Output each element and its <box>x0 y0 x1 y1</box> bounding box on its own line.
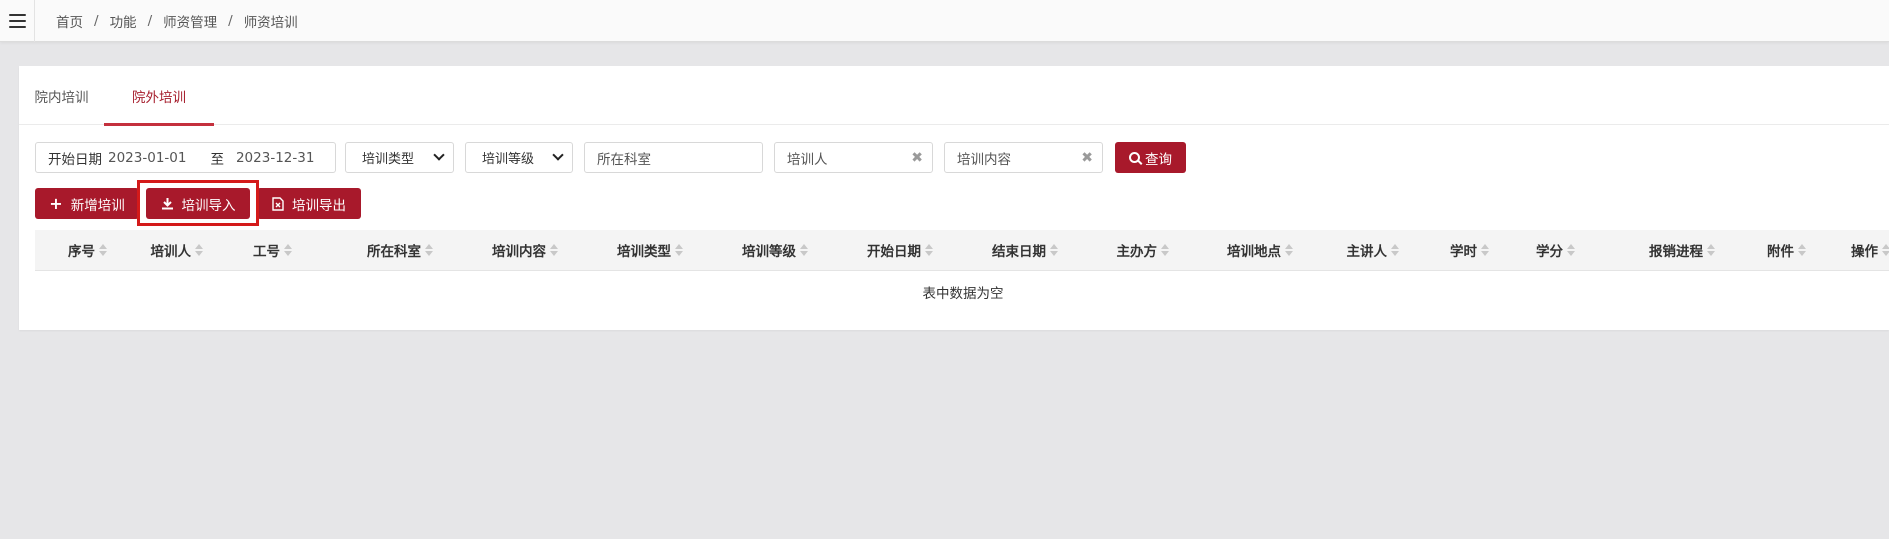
search-button[interactable]: 查询 <box>1115 142 1186 173</box>
trainee-placeholder: 培训人 <box>787 151 828 168</box>
training-panel: 院内培训 院外培训 开始日期 2023-01-01 至 2023-12-31 培… <box>19 66 1889 330</box>
export-training-label: 培训导出 <box>292 197 346 214</box>
department-placeholder: 所在科室 <box>597 151 651 168</box>
chevron-down-icon <box>433 149 445 161</box>
tab-internal-training[interactable]: 院内培训 <box>19 66 104 125</box>
menu-toggle-button[interactable] <box>0 0 34 42</box>
sort-icon <box>1882 244 1889 256</box>
clear-icon[interactable]: ✖ <box>911 150 923 166</box>
add-training-label: 新增培训 <box>70 197 125 214</box>
excel-file-icon <box>272 196 284 211</box>
tab-bar: 院内培训 院外培训 <box>19 66 1889 126</box>
search-icon <box>1129 152 1140 163</box>
import-training-label: 培训导入 <box>181 197 236 214</box>
breadcrumb-separator: / <box>94 13 99 29</box>
import-training-button[interactable]: 培训导入 <box>146 188 250 219</box>
clear-icon[interactable]: ✖ <box>1081 150 1093 166</box>
training-type-value: 培训类型 <box>362 152 415 167</box>
top-bar: 首页 / 功能 / 师资管理 / 师资培训 <box>0 0 1889 42</box>
department-input[interactable]: 所在科室 <box>584 142 763 173</box>
training-level-value: 培训等级 <box>482 152 535 167</box>
breadcrumb-separator: / <box>228 13 233 29</box>
download-icon <box>161 197 174 210</box>
breadcrumb-faculty-training: 师资培训 <box>243 15 298 31</box>
breadcrumb-home[interactable]: 首页 <box>56 11 83 31</box>
add-training-button[interactable]: + 新增培训 <box>35 188 139 219</box>
breadcrumb-functions[interactable]: 功能 <box>110 11 137 31</box>
start-date-value[interactable]: 2023-01-01 <box>108 150 186 166</box>
training-content-placeholder: 培训内容 <box>957 151 1011 168</box>
date-range-label: 开始日期 <box>48 151 102 168</box>
chevron-down-icon <box>552 149 564 161</box>
training-content-input[interactable]: 培训内容 ✖ <box>944 142 1103 173</box>
plus-icon: + <box>49 193 63 213</box>
column-header-actions[interactable]: 操作 <box>35 230 1889 270</box>
empty-table-message: 表中数据为空 <box>922 286 1004 302</box>
hamburger-icon <box>8 14 26 28</box>
date-range-separator: 至 <box>210 151 224 168</box>
table-header: 序号 培训人 工号 所在科室 培训内容 培训类型 培训等级 开始日期 结束日期 … <box>35 230 1889 271</box>
end-date-value[interactable]: 2023-12-31 <box>236 150 314 166</box>
breadcrumb: 首页 / 功能 / 师资管理 / 师资培训 <box>56 0 298 42</box>
trainee-input[interactable]: 培训人 ✖ <box>774 142 933 173</box>
date-range-picker[interactable]: 开始日期 2023-01-01 至 2023-12-31 <box>35 142 336 173</box>
tab-external-training[interactable]: 院外培训 <box>104 66 214 126</box>
divider <box>34 0 35 42</box>
training-level-select[interactable]: 培训等级 <box>465 142 573 173</box>
export-training-button[interactable]: 培训导出 <box>257 188 361 219</box>
training-type-select[interactable]: 培训类型 <box>345 142 454 173</box>
breadcrumb-faculty-management[interactable]: 师资管理 <box>163 11 217 31</box>
breadcrumb-separator: / <box>147 13 153 29</box>
search-button-label: 查询 <box>1145 151 1172 168</box>
